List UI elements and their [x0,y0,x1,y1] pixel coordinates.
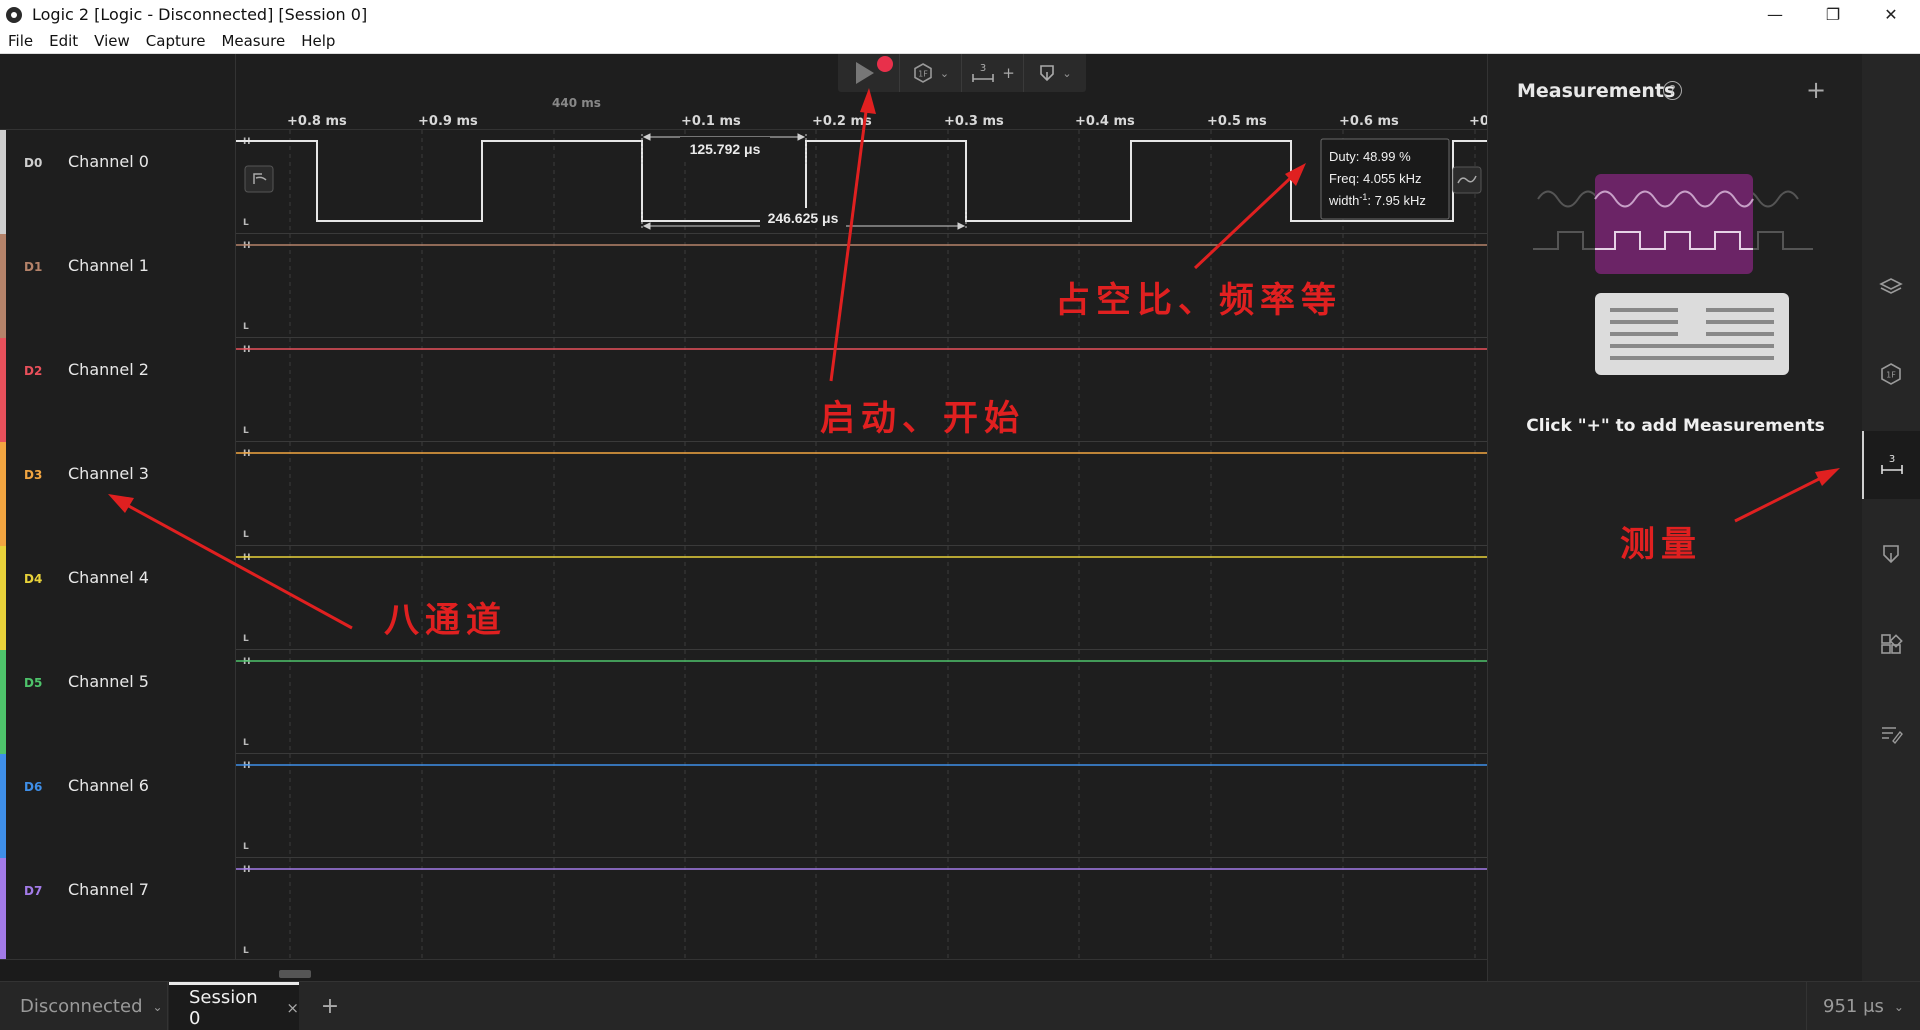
window-title: Logic 2 [Logic - Disconnected] [Session … [32,5,368,24]
chevron-down-icon: ⌄ [1062,66,1072,80]
notes-icon [1882,727,1903,745]
device-status: Disconnected [20,996,143,1017]
help-icon[interactable]: ? [1663,81,1682,100]
waveform-area: 440 ms +0.8 ms +0.9 ms +0.1 ms +0.2 ms +… [0,54,1489,981]
menu-help[interactable]: Help [293,32,343,50]
add-session-button[interactable]: + [310,982,350,1030]
tick-label: +0.5 ms [1207,114,1267,129]
measure-icon: 3 [1881,454,1903,474]
tooltip-duty: Duty: 48.99 % [1329,149,1411,164]
capture-duration-selector[interactable]: 951 μs ⌄ [1806,982,1920,1030]
extensions-tab[interactable] [1862,610,1920,678]
measure-icon: 3 [972,63,995,82]
tab-session-0[interactable]: Session 0 × [169,982,299,1030]
logic-app-icon [6,6,22,23]
right-sidebar: 1F 3 [1862,54,1920,981]
markers-tab[interactable] [1862,520,1920,588]
chevron-down-icon: ⌄ [1893,999,1904,1014]
svg-text:3: 3 [980,63,986,74]
time-ruler: 440 ms +0.8 ms +0.9 ms +0.1 ms +0.2 ms +… [0,54,1489,130]
layers-icon [1879,278,1903,294]
annotation-start: 启动、开始 [820,398,1026,439]
add-measurement-button[interactable]: 3 + [962,54,1024,92]
svg-text:1F: 1F [1886,371,1896,380]
channel-list: D0 Channel 0 H L D1 Channel 1 H L D2 Cha… [0,130,1487,962]
tick-label: +0.4 ms [1075,114,1135,129]
menu-file[interactable]: File [0,32,41,50]
capture-toolbar: 1F ⌄ 3 + ⌄ [838,54,1086,92]
pulse-width-label: 125.792 μs [690,141,761,157]
bottom-bar: Disconnected ⌄ Session 0 × + 951 μs ⌄ [0,981,1920,1030]
add-measurement-icon[interactable]: + [1806,76,1826,104]
session-tab-label: Session 0 [189,987,258,1029]
horizontal-scrollbar[interactable] [0,959,1487,981]
tooltip-width-rate: width-1: 7.95 kHz [1328,192,1426,208]
trigger-tab[interactable]: 1F [1862,340,1920,408]
tick-label: +0.1 ms [681,114,741,129]
timeline-center-label: 440 ms [552,96,601,110]
channel-0-waveform [236,140,1487,222]
tick-label: +0.8 ms [287,114,347,129]
time-gridlines [289,130,1476,959]
measurements-tab[interactable]: 3 [1862,431,1920,499]
chevron-down-icon: ⌄ [939,66,950,80]
extensions-icon [1881,634,1903,654]
device-selector[interactable]: Disconnected ⌄ [0,982,168,1030]
period-label: 246.625 μs [768,210,839,226]
app-root: Logic 2 [Logic - Disconnected] [Session … [0,0,1920,1030]
scrollbar-thumb[interactable] [279,970,311,978]
waveform-canvas[interactable]: 125.792 μs 246.625 μs Duty: 48.99 % Freq… [0,130,1487,959]
tick-label: +0 [1469,114,1489,129]
signal-analyzer-icon [1452,166,1482,194]
analyzers-tab[interactable] [1862,252,1920,320]
menu-capture[interactable]: Capture [138,32,214,50]
start-capture-button[interactable] [838,54,900,92]
svg-text:1F: 1F [918,70,928,79]
trigger-settings-button[interactable]: 1F ⌄ [900,54,962,92]
menu-measure[interactable]: Measure [213,32,293,50]
tick-label: +0.2 ms [812,114,872,129]
measurement-tooltip: Duty: 48.99 % Freq: 4.055 kHz width-1: 7… [1320,138,1450,220]
record-indicator-icon [877,56,893,72]
close-button[interactable]: ✕ [1862,0,1920,29]
ruler-corner [0,54,236,130]
trigger-icon: 1F [914,63,932,83]
window-titlebar: Logic 2 [Logic - Disconnected] [Session … [0,0,1920,29]
menu-edit[interactable]: Edit [41,32,86,50]
close-tab-icon[interactable]: × [286,999,299,1017]
zoom-reset-icon [244,165,274,193]
tooltip-frequency: Freq: 4.055 kHz [1329,171,1422,186]
annotation-duty-frequency: 占空比、频率等 [1055,280,1343,321]
panel-title: Measurements [1517,80,1676,102]
play-icon [855,62,874,84]
tick-label: +0.3 ms [944,114,1004,129]
menu-view[interactable]: View [86,32,138,50]
measurements-illustration [1533,174,1813,375]
restore-button[interactable]: ❐ [1804,0,1862,29]
add-measurements-hint: Click "+" to add Measurements [1526,416,1825,436]
marker-button[interactable]: ⌄ [1024,54,1086,92]
marker-icon [1040,65,1055,82]
marker-icon [1883,545,1899,564]
svg-text:3: 3 [1889,454,1895,465]
window-controls: — ❐ ✕ [1746,0,1920,29]
tick-label: +0.6 ms [1339,114,1399,129]
notes-tab[interactable] [1862,700,1920,768]
capture-duration: 951 μs [1823,996,1884,1017]
plus-icon: + [1002,64,1015,82]
tick-label: +0.9 ms [418,114,478,129]
annotation-eight-channels: 八通道 [384,600,508,641]
minimize-button[interactable]: — [1746,0,1804,29]
trigger-icon: 1F [1881,363,1901,385]
chevron-down-icon: ⌄ [152,999,163,1014]
menu-bar: File Edit View Capture Measure Help [0,29,1920,54]
annotation-measure: 测量 [1620,524,1703,565]
